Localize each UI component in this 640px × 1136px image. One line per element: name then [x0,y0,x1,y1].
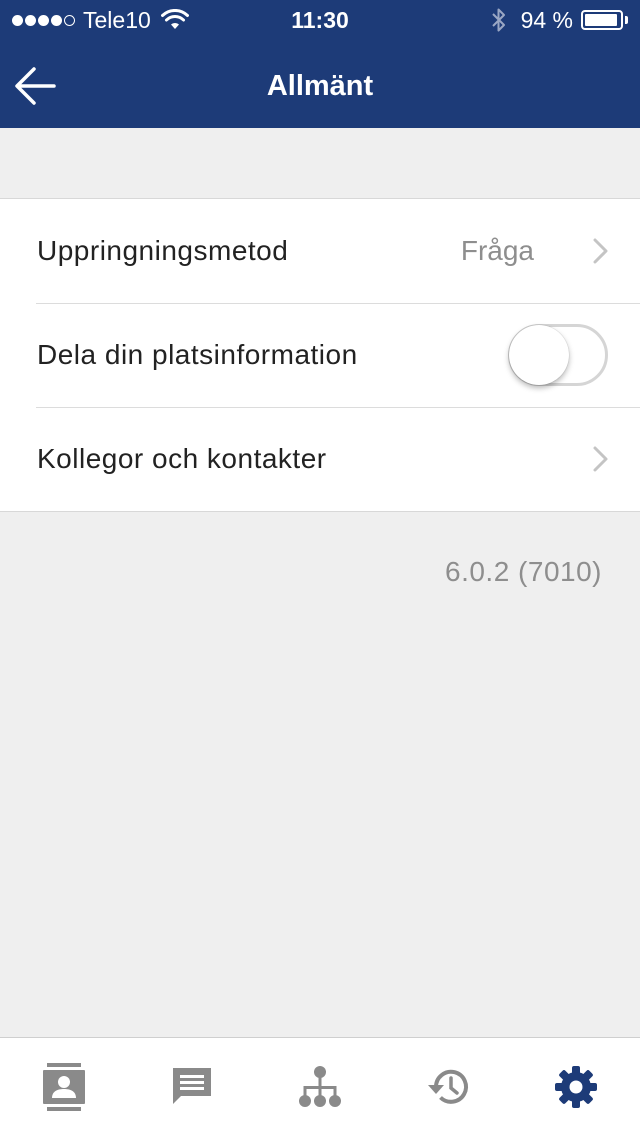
history-icon [428,1069,468,1104]
contacts-icon [43,1063,85,1111]
tab-bar [0,1037,640,1136]
battery-nub [625,16,628,24]
battery-fill [585,14,617,26]
share-location-toggle[interactable] [508,324,608,386]
battery-percent: 94 % [520,7,573,33]
chevron-right-icon [593,446,608,472]
setting-label: Uppringningsmetod [37,235,289,266]
settings-list: Uppringningsmetod Fråga Dela din platsin… [0,198,640,512]
status-right: 94 % [491,7,628,33]
app-version: 6.0.2 (7010) [445,556,602,587]
tab-messages[interactable] [128,1038,256,1136]
setting-row-colleagues-contacts[interactable]: Kollegor och kontakter [0,407,640,511]
tab-settings[interactable] [512,1038,640,1136]
setting-value: Fråga [460,235,534,266]
status-bar: Tele10 11:30 94 % [0,0,640,40]
messages-icon [173,1068,211,1104]
tab-contacts[interactable] [0,1038,128,1136]
setting-label: Kollegor och kontakter [37,443,327,474]
settings-gear-icon [555,1066,597,1108]
tab-organization[interactable] [256,1038,384,1136]
chevron-right-icon [593,238,608,264]
battery-icon [581,10,623,30]
setting-row-dialing-method[interactable]: Uppringningsmetod Fråga [0,199,640,303]
bluetooth-icon [491,8,505,32]
toggle-knob [509,325,569,385]
setting-row-share-location: Dela din platsinformation [0,303,640,407]
page-title: Allmänt [266,70,374,102]
setting-label: Dela din platsinformation [37,339,358,370]
organization-icon [299,1066,341,1107]
tab-history[interactable] [384,1038,512,1136]
app-header: Tele10 11:30 94 % Allmänt [0,0,640,128]
